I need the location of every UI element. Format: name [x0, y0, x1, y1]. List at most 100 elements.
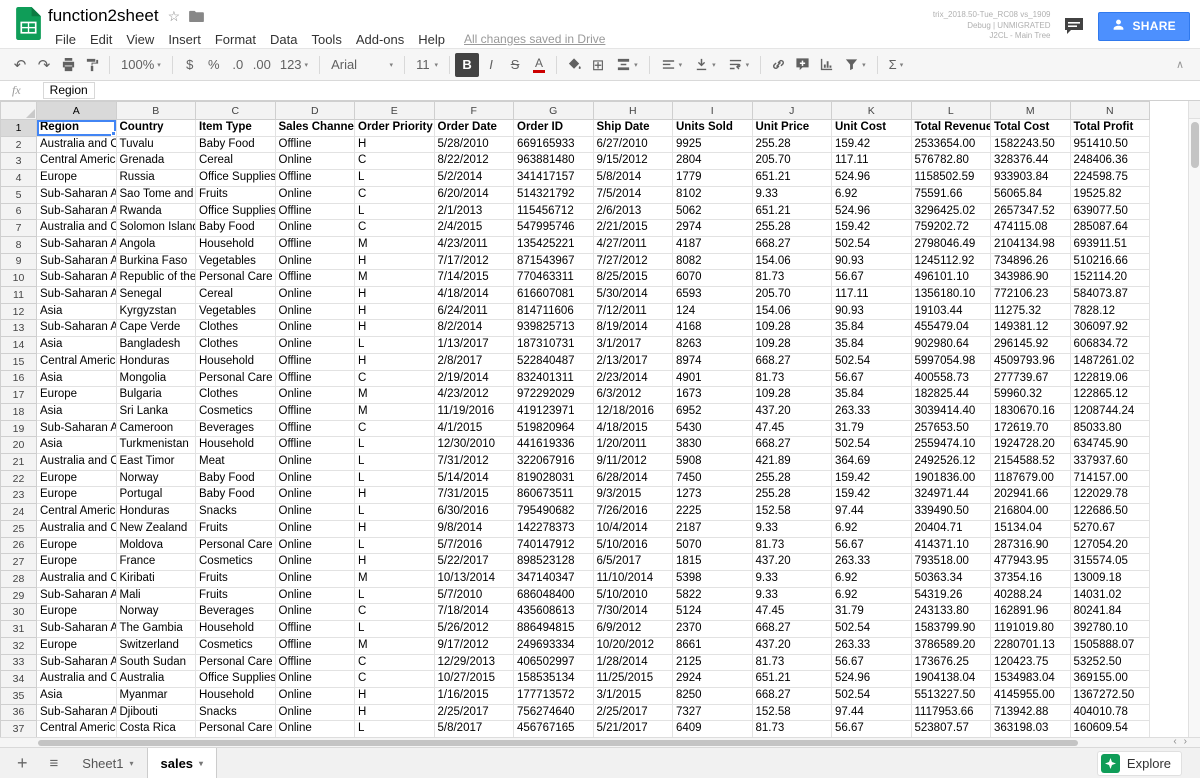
cell[interactable]: H [355, 704, 435, 721]
all-sheets-button[interactable]: ≡ [39, 748, 70, 778]
cell[interactable]: L [355, 437, 435, 454]
cell[interactable]: 255.28 [752, 470, 832, 487]
cell[interactable]: Europe [37, 470, 117, 487]
cell[interactable]: Bangladesh [116, 337, 196, 354]
save-status[interactable]: All changes saved in Drive [464, 32, 605, 46]
cell[interactable]: Cameroon [116, 420, 196, 437]
row-header[interactable]: 4 [1, 170, 37, 187]
cell[interactable]: 2804 [673, 153, 753, 170]
cell[interactable]: 2533654.00 [911, 136, 991, 153]
cell[interactable]: Household [196, 687, 276, 704]
cell[interactable]: C [355, 671, 435, 688]
cell[interactable]: 584073.87 [1070, 287, 1150, 304]
cell[interactable]: 5822 [673, 587, 753, 604]
cell[interactable]: 668.27 [752, 621, 832, 638]
cell[interactable]: 1779 [673, 170, 753, 187]
cell[interactable]: 249693334 [514, 637, 594, 654]
cell[interactable]: Office Supplies [196, 671, 276, 688]
cell[interactable]: Sub-Saharan Afr [37, 621, 117, 638]
cell[interactable]: 8082 [673, 253, 753, 270]
row-header[interactable]: 22 [1, 470, 37, 487]
cell[interactable]: 56.67 [832, 654, 912, 671]
cell[interactable]: Sub-Saharan Afr [37, 420, 117, 437]
cell[interactable]: 11/19/2016 [434, 403, 514, 420]
cell[interactable]: Country [116, 120, 196, 137]
cell[interactable]: 14031.02 [1070, 587, 1150, 604]
cell[interactable]: Beverages [196, 604, 276, 621]
cell[interactable]: 158535134 [514, 671, 594, 688]
cell[interactable]: 10/4/2014 [593, 520, 673, 537]
cell[interactable]: 80241.84 [1070, 604, 1150, 621]
cell[interactable]: Offline [275, 203, 355, 220]
cell[interactable]: 1187679.00 [991, 470, 1071, 487]
column-header-B[interactable]: B [116, 102, 196, 120]
cell[interactable]: Australia and Oc [37, 136, 117, 153]
cell[interactable]: 2104134.98 [991, 236, 1071, 253]
cell[interactable]: 1505888.07 [1070, 637, 1150, 654]
row-header[interactable]: 31 [1, 621, 37, 638]
vertical-align-button[interactable]: ▾ [688, 53, 722, 77]
row-header[interactable]: 28 [1, 570, 37, 587]
more-formats-button[interactable]: 123▾ [274, 53, 314, 77]
cell[interactable]: 860673511 [514, 487, 594, 504]
row-header[interactable]: 14 [1, 337, 37, 354]
cell[interactable]: 263.33 [832, 554, 912, 571]
row-header[interactable]: 9 [1, 253, 37, 270]
cell[interactable]: Norway [116, 470, 196, 487]
cell[interactable]: 13009.18 [1070, 570, 1150, 587]
cell[interactable]: H [355, 253, 435, 270]
add-sheet-button[interactable]: + [6, 748, 39, 778]
cell[interactable]: 19525.82 [1070, 186, 1150, 203]
cell[interactable]: 576782.80 [911, 153, 991, 170]
row-header[interactable]: 13 [1, 320, 37, 337]
cell[interactable]: 1208744.24 [1070, 403, 1150, 420]
cell[interactable]: 7/30/2014 [593, 604, 673, 621]
cell[interactable]: Australia and Oc [37, 671, 117, 688]
cell[interactable]: 668.27 [752, 353, 832, 370]
cell[interactable]: Bulgaria [116, 387, 196, 404]
cell[interactable]: 6070 [673, 270, 753, 287]
cell[interactable]: 5/8/2014 [593, 170, 673, 187]
italic-button[interactable]: I [479, 53, 503, 77]
cell[interactable]: 2798046.49 [911, 236, 991, 253]
cell[interactable]: 56.67 [832, 537, 912, 554]
cell[interactable]: 421.89 [752, 454, 832, 471]
cell[interactable]: 2974 [673, 220, 753, 237]
cell[interactable]: 819028031 [514, 470, 594, 487]
cell[interactable]: Ship Date [593, 120, 673, 137]
cell[interactable]: 2/13/2017 [593, 353, 673, 370]
cell[interactable]: 7/12/2011 [593, 303, 673, 320]
cell[interactable]: 5398 [673, 570, 753, 587]
text-wrap-button[interactable]: ▾ [722, 53, 756, 77]
cell[interactable]: 437.20 [752, 637, 832, 654]
row-header[interactable]: 19 [1, 420, 37, 437]
cell[interactable]: 122029.78 [1070, 487, 1150, 504]
cell[interactable]: 2/1/2013 [434, 203, 514, 220]
cell[interactable]: 3039414.40 [911, 403, 991, 420]
cell[interactable]: 4/27/2011 [593, 236, 673, 253]
cell[interactable]: H [355, 287, 435, 304]
cell[interactable]: L [355, 537, 435, 554]
cell[interactable]: Europe [37, 554, 117, 571]
cell[interactable]: Mali [116, 587, 196, 604]
cell[interactable]: 243133.80 [911, 604, 991, 621]
cell[interactable]: 392780.10 [1070, 621, 1150, 638]
cell[interactable]: 9/15/2012 [593, 153, 673, 170]
cell[interactable]: 159.42 [832, 487, 912, 504]
row-header[interactable]: 16 [1, 370, 37, 387]
cell[interactable]: 404010.78 [1070, 704, 1150, 721]
cell[interactable]: 616607081 [514, 287, 594, 304]
row-header[interactable]: 29 [1, 587, 37, 604]
strikethrough-button[interactable]: S [503, 53, 527, 77]
row-header[interactable]: 6 [1, 203, 37, 220]
row-header[interactable]: 11 [1, 287, 37, 304]
cell[interactable]: Cosmetics [196, 403, 276, 420]
cell[interactable]: L [355, 454, 435, 471]
cell[interactable]: Solomon Islands [116, 220, 196, 237]
star-icon[interactable]: ☆ [168, 8, 181, 25]
cell[interactable]: Honduras [116, 504, 196, 521]
row-header[interactable]: 21 [1, 454, 37, 471]
menu-edit[interactable]: Edit [83, 30, 119, 49]
cell[interactable]: Costa Rica [116, 721, 196, 737]
cell[interactable]: Beverages [196, 420, 276, 437]
